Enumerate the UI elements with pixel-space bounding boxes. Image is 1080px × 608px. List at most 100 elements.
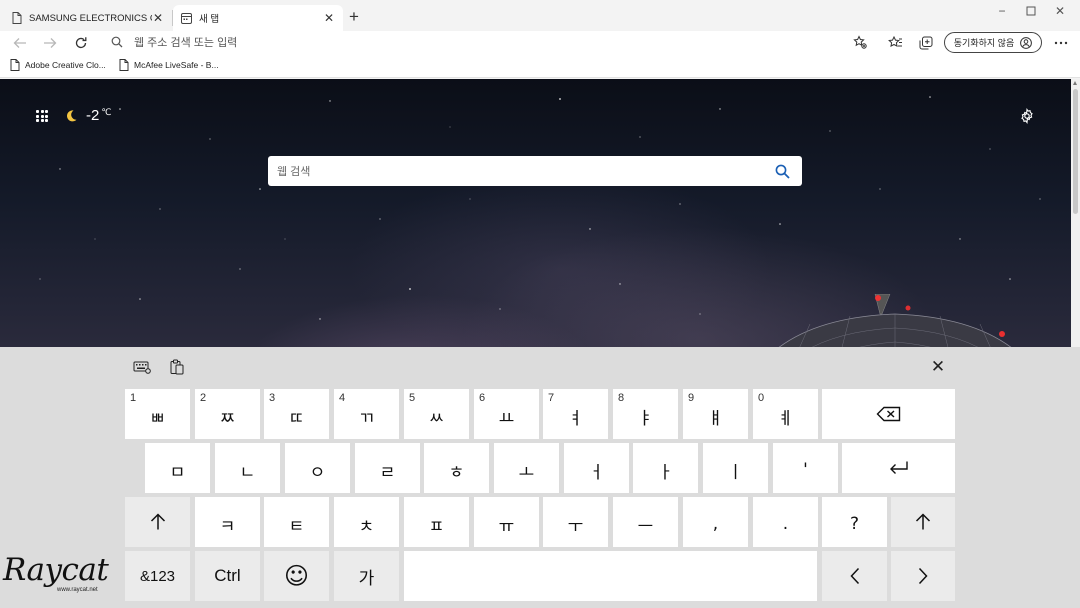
- key-label: ㄲ: [358, 408, 375, 429]
- key-label: Ctrl: [214, 566, 241, 585]
- key-p[interactable]: ㅍ: [404, 497, 469, 547]
- key-question[interactable]: ?: [822, 497, 887, 547]
- key-period[interactable]: .: [753, 497, 818, 547]
- key-label: ,: [712, 514, 719, 534]
- key-ye[interactable]: 0ㅖ: [753, 389, 818, 439]
- back-icon[interactable]: [9, 33, 31, 53]
- web-search-placeholder: 웹 검색: [277, 166, 311, 178]
- key-dd[interactable]: 3ㄸ: [264, 389, 329, 439]
- radio-telescope-image: [778, 294, 1012, 347]
- close-icon[interactable]: ✕: [323, 11, 335, 25]
- favorite-adobe[interactable]: Adobe Creative Clo...: [10, 59, 106, 71]
- key-label: ㅣ: [727, 462, 744, 483]
- shift-key-left[interactable]: [125, 497, 190, 547]
- shift-icon: [150, 513, 165, 530]
- key-yae[interactable]: 9ㅒ: [683, 389, 748, 439]
- more-menu-icon[interactable]: [1050, 33, 1072, 53]
- key-apostrophe[interactable]: ': [773, 443, 838, 493]
- key-yo[interactable]: 6ㅛ: [474, 389, 539, 439]
- profile-icon: [1020, 36, 1033, 49]
- favorites-icon[interactable]: [884, 33, 906, 53]
- profile-sync-button[interactable]: 동기화하지 않음: [944, 32, 1042, 53]
- arrow-left-key[interactable]: [822, 551, 887, 601]
- key-label: ': [803, 460, 808, 480]
- weather-widget[interactable]: -2 ℃: [64, 107, 111, 124]
- key-label: ㅕ: [567, 408, 584, 429]
- page-settings-icon[interactable]: [1019, 107, 1035, 125]
- backspace-key[interactable]: [822, 389, 955, 439]
- key-ya[interactable]: 8ㅑ: [613, 389, 678, 439]
- window-close-icon[interactable]: ✕: [1042, 2, 1078, 20]
- key-number: 1: [130, 392, 137, 404]
- key-comma[interactable]: ,: [683, 497, 748, 547]
- key-jj[interactable]: 2ㅉ: [195, 389, 260, 439]
- raycat-watermark: Raycat www.raycat.net: [3, 552, 113, 600]
- clipboard-icon[interactable]: [167, 358, 187, 376]
- scroll-thumb[interactable]: [1073, 89, 1078, 214]
- new-tab-page-icon: [181, 12, 192, 24]
- apps-launcher-icon[interactable]: [36, 110, 48, 122]
- collections-icon[interactable]: [915, 33, 937, 53]
- tab-samsung[interactable]: SAMSUNG ELECTRONICS CO., LTD ✕: [4, 5, 172, 31]
- key-t[interactable]: ㅌ: [264, 497, 329, 547]
- favorite-mcafee[interactable]: McAfee LiveSafe - B...: [119, 59, 219, 71]
- refresh-icon[interactable]: [70, 33, 92, 53]
- key-label: &123: [139, 567, 176, 585]
- key-label: .: [782, 514, 789, 534]
- add-favorite-icon[interactable]: [853, 35, 867, 49]
- key-label: ㅏ: [657, 462, 674, 483]
- close-icon[interactable]: ✕: [152, 11, 164, 25]
- favorites-bar: Adobe Creative Clo... McAfee LiveSafe - …: [0, 55, 1080, 78]
- key-m[interactable]: ㅁ: [145, 443, 210, 493]
- arrow-right-key[interactable]: [891, 551, 955, 601]
- navigation-bar: 웹 주소 검색 또는 입력 동기화하지 않음: [0, 31, 1080, 55]
- key-label: ㅉ: [219, 408, 236, 429]
- shift-key-right[interactable]: [891, 497, 955, 547]
- key-label: ㅃ: [149, 408, 166, 429]
- watermark-url: www.raycat.net: [57, 587, 98, 593]
- key-n[interactable]: ㄴ: [215, 443, 280, 493]
- page-scrollbar[interactable]: [1071, 79, 1080, 347]
- key-ch[interactable]: ㅊ: [334, 497, 399, 547]
- language-key[interactable]: 가: [334, 551, 399, 601]
- key-k[interactable]: ㅋ: [195, 497, 260, 547]
- scroll-up-icon[interactable]: [1073, 81, 1077, 85]
- backspace-icon: [876, 406, 900, 422]
- ctrl-key[interactable]: Ctrl: [195, 551, 260, 601]
- symbols-key[interactable]: &123: [125, 551, 190, 601]
- weather-unit: ℃: [101, 107, 112, 117]
- key-eu[interactable]: ㅡ: [613, 497, 678, 547]
- key-r[interactable]: ㄹ: [355, 443, 420, 493]
- key-h[interactable]: ㅎ: [424, 443, 489, 493]
- key-label: 가: [358, 568, 375, 589]
- key-label: ㅑ: [637, 408, 654, 429]
- new-tab-plus-icon[interactable]: +: [345, 8, 363, 26]
- sync-label: 동기화하지 않음: [953, 38, 1015, 48]
- key-i[interactable]: ㅣ: [703, 443, 768, 493]
- tab-title: SAMSUNG ELECTRONICS CO., LTD: [29, 12, 152, 24]
- key-u[interactable]: ㅜ: [543, 497, 608, 547]
- key-o[interactable]: ㅗ: [494, 443, 559, 493]
- key-gg[interactable]: 4ㄲ: [334, 389, 399, 439]
- search-icon[interactable]: [762, 156, 802, 186]
- keyboard-close-icon[interactable]: ✕: [928, 358, 948, 376]
- key-ng[interactable]: ㅇ: [285, 443, 350, 493]
- key-ss[interactable]: 5ㅆ: [404, 389, 469, 439]
- key-number: 6: [479, 392, 486, 404]
- search-icon: [111, 36, 123, 48]
- enter-key[interactable]: [842, 443, 955, 493]
- key-ssb[interactable]: 1ㅃ: [125, 389, 190, 439]
- key-yu[interactable]: ㅠ: [474, 497, 539, 547]
- key-a[interactable]: ㅏ: [633, 443, 698, 493]
- key-number: 9: [688, 392, 695, 404]
- space-key[interactable]: [404, 551, 817, 601]
- tab-new-tab[interactable]: 새 탭 ✕: [173, 5, 343, 31]
- address-bar[interactable]: 웹 주소 검색 또는 입력: [101, 31, 877, 53]
- key-yeo[interactable]: 7ㅕ: [543, 389, 608, 439]
- web-search-box[interactable]: 웹 검색: [268, 156, 802, 186]
- keyboard-settings-icon[interactable]: [132, 358, 152, 376]
- key-eo[interactable]: ㅓ: [564, 443, 629, 493]
- key-number: 0: [758, 392, 765, 404]
- forward-icon[interactable]: [39, 33, 61, 53]
- emoji-key[interactable]: ☺: [264, 551, 329, 601]
